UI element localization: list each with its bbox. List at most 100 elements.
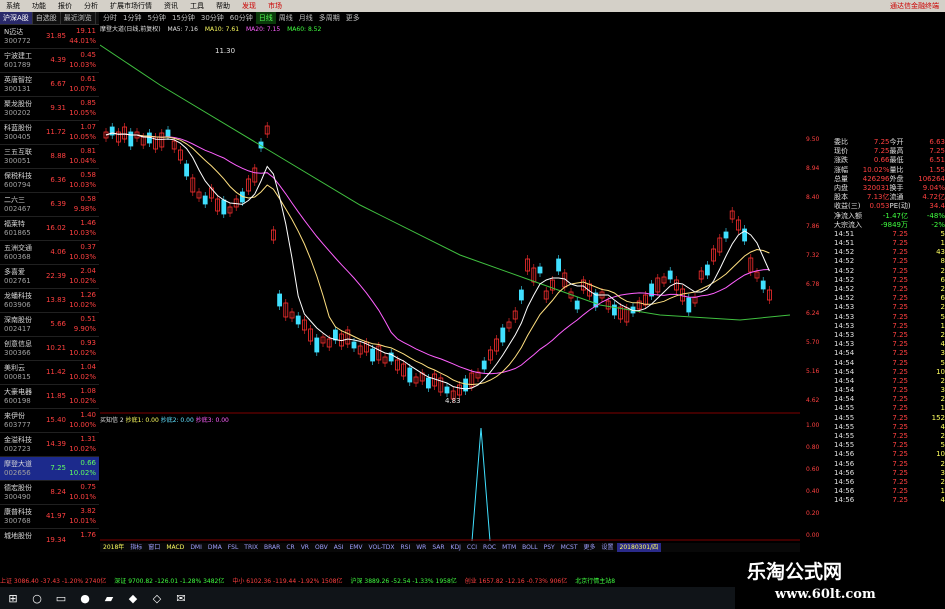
stock-code: 300768 <box>4 517 31 525</box>
indicator-tab[interactable]: BRAR <box>261 543 283 552</box>
menu-right-item[interactable]: 市场 <box>262 0 288 12</box>
indicator-tick: 0.00 <box>806 532 820 539</box>
stock-row[interactable]: 英唐智控 300131 6.67 0.61 10.07% <box>0 73 99 97</box>
watermark: 乐淘公式网 www.60lt.com <box>735 555 945 609</box>
period-tab[interactable]: 15分钟 <box>169 12 198 24</box>
stock-row[interactable]: 科蓝股份 300405 11.72 1.07 10.05% <box>0 121 99 145</box>
period-tab[interactable]: 周线 <box>276 12 296 24</box>
folder-icon[interactable]: ▰ <box>98 589 120 607</box>
indicator-tab[interactable]: PSY <box>541 543 558 552</box>
period-tab[interactable]: 5分钟 <box>144 12 168 24</box>
stock-row[interactable]: 康普科技 300768 41.97 3.82 10.01% <box>0 505 99 529</box>
indicator-tab[interactable]: TRIX <box>241 543 261 552</box>
search-icon[interactable]: ○ <box>26 589 48 607</box>
indicator-tab[interactable]: RSI <box>397 543 413 552</box>
indicator-tab[interactable]: 指标 <box>127 543 145 552</box>
stock-row[interactable]: 三五互联 300051 8.88 0.81 10.04% <box>0 145 99 169</box>
period-tab[interactable]: 更多 <box>343 12 363 24</box>
tick-cell: 14:56 <box>834 487 855 496</box>
tab-watchlist[interactable]: 自选股 <box>33 12 61 24</box>
stock-row[interactable]: 二六三 002467 6.39 0.58 9.98% <box>0 193 99 217</box>
indicator-tab[interactable]: DMI <box>187 543 205 552</box>
menu-item[interactable]: 分析 <box>78 0 104 12</box>
menu-item[interactable]: 资讯 <box>158 0 184 12</box>
windows-start-icon[interactable]: ⊞ <box>2 589 24 607</box>
period-tab[interactable]: 日线 <box>255 12 276 24</box>
indicator-tab[interactable]: MCST <box>558 543 581 552</box>
stock-row[interactable]: 来伊份 603777 15.40 1.40 10.00% <box>0 409 99 433</box>
task-view-icon[interactable]: ▭ <box>50 589 72 607</box>
indicator-tab[interactable]: KDJ <box>448 543 464 552</box>
indicator-tab[interactable]: FSL <box>225 543 242 552</box>
indicator-tab[interactable]: VOL-TDX <box>366 543 398 552</box>
indicator-chart[interactable] <box>100 426 800 541</box>
app-icon[interactable]: ◆ <box>122 589 144 607</box>
indicator-tab[interactable]: VR <box>298 543 312 552</box>
stock-row[interactable]: 深南股份 002417 5.66 0.51 9.90% <box>0 313 99 337</box>
indicator-tab[interactable]: 设置 <box>599 543 617 552</box>
candlestick-chart[interactable]: 11.30 4.83 <box>100 35 800 415</box>
stock-row[interactable]: 摩登大道 002656 7.25 0.66 10.02% <box>0 457 99 481</box>
stock-name: 康普科技 <box>4 508 32 516</box>
stock-row[interactable]: 宁波建工 601789 4.39 0.45 10.03% <box>0 49 99 73</box>
indicator-tab[interactable]: 更多 <box>581 543 599 552</box>
indicator-tab[interactable]: CCI <box>464 543 480 552</box>
indicator-tab[interactable]: EMV <box>346 543 365 552</box>
indicator-tab[interactable]: 窗口 <box>145 543 163 552</box>
stock-row[interactable]: N迈达 300772 31.85 19.11 44.01% <box>0 25 99 49</box>
indicator-tab[interactable]: DMA <box>205 543 225 552</box>
tab-a-shares[interactable]: 沪深A股 <box>0 12 33 24</box>
period-tab[interactable]: 30分钟 <box>198 12 227 24</box>
stock-row[interactable]: 美利云 000815 11.42 1.04 10.02% <box>0 361 99 385</box>
tick-row: 14:54 7.25 5 <box>834 359 945 368</box>
stock-name: 多喜爱 <box>4 268 25 276</box>
stock-row[interactable]: 福莱特 601865 16.02 1.46 10.03% <box>0 217 99 241</box>
stock-row[interactable]: 龙蟠科技 603906 13.83 1.26 10.02% <box>0 289 99 313</box>
price-tick: 7.32 <box>806 252 820 259</box>
menu-item[interactable]: 帮助 <box>210 0 236 12</box>
tick-cell: 7.25 <box>892 266 908 275</box>
stock-row[interactable]: 多喜爱 002761 22.39 2.04 10.02% <box>0 265 99 289</box>
menu-right-item[interactable]: 发现 <box>236 0 262 12</box>
indicator-tab[interactable]: ASI <box>331 543 347 552</box>
menu-item[interactable]: 扩展市场行情 <box>104 0 158 12</box>
stock-row[interactable]: 城地股份603887 19.34 1.76 10.01% <box>0 529 99 542</box>
indicator-tab[interactable]: OBV <box>312 543 331 552</box>
indicator-tab[interactable]: SAR <box>429 543 447 552</box>
browser-icon[interactable]: ● <box>74 589 96 607</box>
menu-item[interactable]: 工具 <box>184 0 210 12</box>
indicator-tab[interactable]: BOLL <box>519 543 540 552</box>
indicator-tab[interactable]: WR <box>413 543 429 552</box>
indicator-tab[interactable]: ROC <box>480 543 499 552</box>
chat-icon[interactable]: ✉ <box>170 589 192 607</box>
indicator-tab[interactable]: MTM <box>499 543 519 552</box>
menu-item[interactable]: 系统 <box>0 0 26 12</box>
stock-row[interactable]: 聚龙股份 300202 9.31 0.85 10.05% <box>0 97 99 121</box>
stock-name: 五洲交通 <box>4 244 32 252</box>
tab-recent[interactable]: 最近浏览 <box>61 12 96 24</box>
tick-cell: 152 <box>931 413 945 422</box>
period-tab[interactable]: 60分钟 <box>227 12 256 24</box>
menu-item[interactable]: 功能 <box>26 0 52 12</box>
quote-cell: 106264 <box>918 174 945 183</box>
period-tab[interactable]: 多周期 <box>316 12 343 24</box>
watermark-title: 乐淘公式网 <box>747 561 843 583</box>
app-icon[interactable]: ◇ <box>146 589 168 607</box>
stock-row[interactable]: 大豪电器 600198 11.85 1.08 10.02% <box>0 385 99 409</box>
stock-row[interactable]: 五洲交通 600368 4.06 0.37 10.03% <box>0 241 99 265</box>
stock-row[interactable]: 德宏股份 300490 8.24 0.75 10.01% <box>0 481 99 505</box>
tick-cell: 43 <box>936 248 945 257</box>
stock-row[interactable]: 保税科技 600794 6.36 0.58 10.03% <box>0 169 99 193</box>
tick-list: 14:51 7.25 5 14:51 7.25 1 14:52 7.25 43 14:52 7.25… <box>834 230 945 506</box>
stock-name: 美利云 <box>4 364 25 372</box>
menu-item[interactable]: 报价 <box>52 0 78 12</box>
period-tab[interactable]: 1分钟 <box>120 12 144 24</box>
tick-cell: 7.25 <box>892 441 908 450</box>
period-tab[interactable]: 分时 <box>100 12 120 24</box>
indicator-tab[interactable]: CR <box>283 543 297 552</box>
period-tab[interactable]: 月线 <box>296 12 316 24</box>
indicator-tab[interactable]: MACD <box>163 543 187 552</box>
stock-row[interactable]: 创意信息 300366 10.21 0.93 10.02% <box>0 337 99 361</box>
stock-row[interactable]: 金溢科技 002723 14.39 1.31 10.02% <box>0 433 99 457</box>
price-tick: 6.78 <box>806 281 820 288</box>
